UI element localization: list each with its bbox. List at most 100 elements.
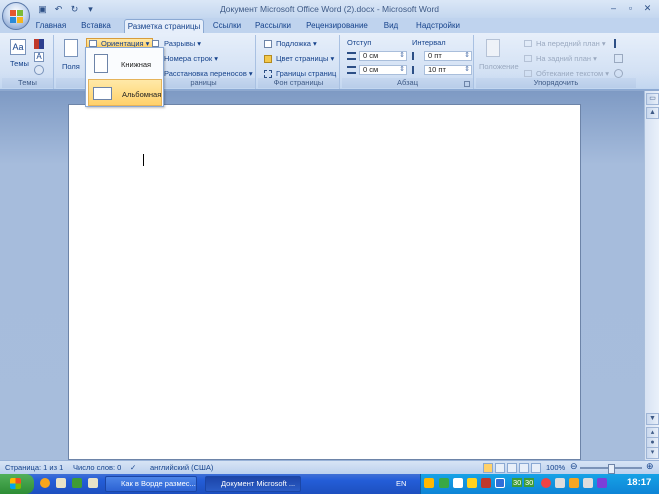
orientation-portrait-item[interactable]: Книжная xyxy=(88,50,162,77)
breaks-button[interactable]: Разрывы ▾ xyxy=(164,39,201,48)
tab-insert[interactable]: Вставка xyxy=(74,19,118,33)
theme-fonts-icon[interactable]: A xyxy=(34,52,44,62)
page-borders-button[interactable]: Границы страниц xyxy=(276,69,336,78)
vertical-scrollbar[interactable]: ▭ ▲ ▼ ▴ ● ▾ xyxy=(644,91,659,460)
bring-front-icon xyxy=(524,40,532,47)
start-button[interactable] xyxy=(0,474,34,494)
scroll-down-icon[interactable]: ▼ xyxy=(646,413,659,425)
taskbar: Как в Ворде размес... Документ Microsoft… xyxy=(0,474,659,494)
tray-counter-2[interactable]: 30 xyxy=(524,478,535,487)
landscape-label: Альбомная xyxy=(122,90,162,99)
position-icon xyxy=(486,39,500,57)
theme-effects-icon[interactable] xyxy=(34,65,44,75)
indent-left-icon xyxy=(347,52,356,60)
page-color-button[interactable]: Цвет страницы ▾ xyxy=(276,54,334,63)
line-numbers-button[interactable]: Номера строк ▾ xyxy=(164,54,218,63)
tab-mailings[interactable]: Рассылки xyxy=(250,19,296,33)
bring-front-button[interactable]: На передний план ▾ xyxy=(536,39,606,48)
proofing-icon[interactable]: ✓ xyxy=(130,463,136,472)
full-screen-icon[interactable] xyxy=(495,463,505,473)
zoom-out-icon[interactable]: ⊖ xyxy=(570,461,578,472)
maximize-icon[interactable]: ▫ xyxy=(623,2,638,15)
tab-references[interactable]: Ссылки xyxy=(208,19,246,33)
minimize-icon[interactable]: – xyxy=(606,2,621,15)
web-layout-icon[interactable] xyxy=(507,463,517,473)
breaks-icon xyxy=(152,40,159,47)
tab-addins[interactable]: Надстройки xyxy=(410,19,466,33)
tray-monitor-icon[interactable] xyxy=(495,478,505,488)
themes-icon[interactable]: Aa xyxy=(10,39,26,55)
clock[interactable]: 18:17 xyxy=(627,477,651,488)
tray-usb-icon[interactable] xyxy=(583,478,593,488)
page-count[interactable]: Страница: 1 из 1 xyxy=(5,463,63,472)
margins-button[interactable]: Поля xyxy=(62,62,80,71)
indent-left-input[interactable]: 0 см xyxy=(359,51,407,61)
print-layout-icon[interactable] xyxy=(483,463,493,473)
wrap-text-button[interactable]: Обтекание текстом ▾ xyxy=(536,69,609,78)
zoom-level[interactable]: 100% xyxy=(546,463,565,472)
themes-button[interactable]: Темы xyxy=(10,59,29,68)
orientation-menu: Книжная Альбомная xyxy=(85,47,164,107)
rotate-icon[interactable] xyxy=(614,69,623,78)
tray-shield-icon[interactable] xyxy=(555,478,565,488)
status-bar: Страница: 1 из 1 Число слов: 0 ✓ английс… xyxy=(0,460,659,474)
spacing-label: Интервал xyxy=(412,38,446,47)
word-count[interactable]: Число слов: 0 xyxy=(73,463,121,472)
quicklaunch-excel-icon[interactable] xyxy=(72,478,82,488)
taskbar-item-browser[interactable]: Как в Ворде размес... xyxy=(105,476,197,492)
send-back-button[interactable]: На задний план ▾ xyxy=(536,54,597,63)
orientation-icon xyxy=(89,40,97,47)
quicklaunch-folder-icon[interactable] xyxy=(56,478,66,488)
taskbar-item-word[interactable]: Документ Microsoft ... xyxy=(205,476,301,492)
tray-counter-1[interactable]: 30 xyxy=(512,478,523,487)
group-objects-icon[interactable] xyxy=(614,54,623,63)
close-icon[interactable]: ✕ xyxy=(640,2,655,15)
watermark-icon xyxy=(264,40,272,48)
group-label-arrange: Упорядочить xyxy=(476,78,636,88)
scroll-up-icon[interactable]: ▲ xyxy=(646,107,659,119)
tray-alert-icon[interactable] xyxy=(541,478,551,488)
tray-antivirus-icon[interactable] xyxy=(481,478,491,488)
zoom-slider[interactable] xyxy=(580,464,642,474)
tray-volume-icon[interactable] xyxy=(453,478,463,488)
space-before-input[interactable]: 0 пт xyxy=(424,51,472,61)
quicklaunch-browser-icon[interactable] xyxy=(40,478,50,488)
send-back-icon xyxy=(524,55,532,62)
align-icon[interactable] xyxy=(614,39,623,48)
office-button[interactable] xyxy=(2,2,30,30)
space-after-input[interactable]: 10 пт xyxy=(424,65,472,75)
page-borders-icon xyxy=(264,70,272,78)
page-color-icon xyxy=(264,55,272,63)
group-arrange: Положение На передний план ▾ На задний п… xyxy=(476,35,636,89)
group-paragraph: Отступ 0 см 0 см Интервал 0 пт 10 пт Абз… xyxy=(342,35,474,89)
language-indicator[interactable]: английский (США) xyxy=(150,463,213,472)
tray-network-icon[interactable] xyxy=(439,478,449,488)
margins-icon[interactable] xyxy=(64,39,78,57)
watermark-button[interactable]: Подложка ▾ xyxy=(276,39,317,48)
paragraph-launcher-icon[interactable] xyxy=(464,81,470,87)
language-bar[interactable]: EN xyxy=(396,479,406,488)
theme-colors-icon[interactable] xyxy=(34,39,44,49)
ruler-toggle-icon[interactable]: ▭ xyxy=(646,93,659,105)
tab-page-layout[interactable]: Разметка страницы xyxy=(124,19,204,33)
draft-icon[interactable] xyxy=(531,463,541,473)
tray-battery-icon[interactable] xyxy=(569,478,579,488)
tray-app-icon[interactable] xyxy=(597,478,607,488)
group-page-background: Подложка ▾ Цвет страницы ▾ Границы стран… xyxy=(258,35,340,89)
outline-icon[interactable] xyxy=(519,463,529,473)
portrait-page-icon xyxy=(94,54,108,73)
tab-home[interactable]: Главная xyxy=(30,19,72,33)
orientation-landscape-item[interactable]: Альбомная xyxy=(88,79,162,106)
tray-play-icon[interactable] xyxy=(424,478,434,488)
tab-view[interactable]: Вид xyxy=(378,19,404,33)
next-page-icon[interactable]: ▾ xyxy=(646,447,659,459)
wrap-text-icon xyxy=(524,70,532,77)
quicklaunch-explorer-icon[interactable] xyxy=(88,478,98,488)
hyphenation-button[interactable]: Расстановка переносов ▾ xyxy=(164,69,253,78)
tray-update-icon[interactable] xyxy=(467,478,477,488)
zoom-in-icon[interactable]: ⊕ xyxy=(646,461,654,472)
position-button[interactable]: Положение xyxy=(479,62,519,71)
document-page[interactable] xyxy=(68,104,581,460)
tab-review[interactable]: Рецензирование xyxy=(302,19,372,33)
indent-right-input[interactable]: 0 см xyxy=(359,65,407,75)
